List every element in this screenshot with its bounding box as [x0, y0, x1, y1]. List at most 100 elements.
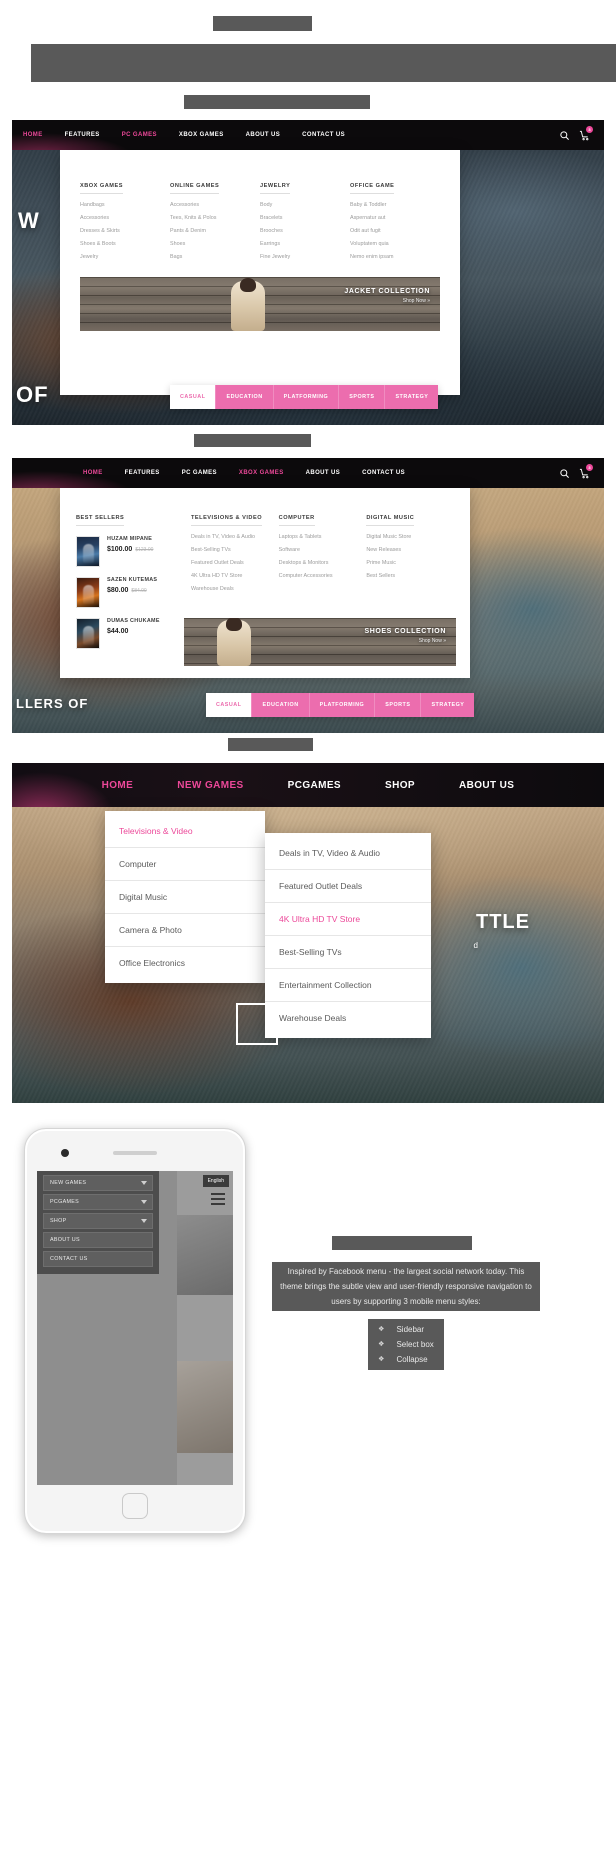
promo-shop-now-link[interactable]: Shop Now »: [344, 298, 430, 304]
menu-link[interactable]: Software: [279, 547, 367, 553]
menu-link[interactable]: Accessories: [80, 215, 170, 221]
mobile-menu-item-pcgames[interactable]: PCGAMES: [43, 1194, 153, 1210]
nav-item-new-games[interactable]: NEW GAMES: [155, 780, 265, 791]
menu-link[interactable]: Odit aut fugit: [350, 228, 440, 234]
menu-link[interactable]: Bracelets: [260, 215, 350, 221]
chevron-down-icon[interactable]: [141, 1219, 147, 1223]
nav-item-home[interactable]: HOME: [80, 780, 156, 791]
cart-icon[interactable]: 3: [579, 463, 593, 479]
tab-platforming[interactable]: PLATFORMING: [309, 693, 376, 717]
mobile-menu-item-about-us[interactable]: ABOUT US: [43, 1232, 153, 1248]
dropdown-item-4k-ultra-hd-tv-store[interactable]: 4K Ultra HD TV Store: [265, 903, 431, 936]
mobile-menu-item-new-games[interactable]: NEW GAMES: [43, 1175, 153, 1191]
promo-title: SHOES COLLECTION: [364, 628, 446, 635]
product-info: HUZAM MIPANE $100.00 $123.00: [107, 536, 153, 553]
nav-item-about-us[interactable]: ABOUT US: [295, 470, 352, 476]
menu-link[interactable]: Aspernatur aut: [350, 215, 440, 221]
nav-item-features[interactable]: FEATURES: [114, 470, 171, 476]
menu-link[interactable]: Voluptatem quia: [350, 241, 440, 247]
chevron-down-icon[interactable]: [141, 1200, 147, 1204]
tab-platforming[interactable]: PLATFORMING: [273, 385, 340, 409]
cart-icon[interactable]: 3: [579, 125, 593, 141]
nav-item-home[interactable]: HOME: [72, 470, 114, 476]
menu-link[interactable]: Dresses & Skirts: [80, 228, 170, 234]
nav-item-contact-us[interactable]: CONTACT US: [351, 470, 416, 476]
dropdown-item-best-selling-tvs[interactable]: Best-Selling TVs: [265, 936, 431, 969]
menu-link[interactable]: Warehouse Deals: [191, 586, 279, 592]
nav-item-contact-us[interactable]: CONTACT US: [291, 132, 356, 138]
menu-link[interactable]: Best Sellers: [366, 573, 454, 579]
nav-item-shop[interactable]: SHOP: [363, 780, 437, 791]
product-row[interactable]: HUZAM MIPANE $100.00 $123.00: [76, 536, 191, 567]
nav-item-about-us[interactable]: ABOUT US: [235, 132, 292, 138]
search-icon[interactable]: [559, 130, 570, 141]
menu-link[interactable]: Body: [260, 202, 350, 208]
promo-banner-jacket[interactable]: JACKET COLLECTION Shop Now »: [80, 277, 440, 331]
tab-casual[interactable]: CASUAL: [170, 385, 217, 409]
tab-education[interactable]: EDUCATION: [216, 385, 274, 409]
promo-shop-now-link[interactable]: Shop Now »: [364, 638, 446, 644]
dropdown-item-featured-outlet-deals[interactable]: Featured Outlet Deals: [265, 870, 431, 903]
hamburger-menu-icon[interactable]: [211, 1193, 225, 1205]
tab-strategy[interactable]: STRATEGY: [385, 385, 439, 409]
menu-link[interactable]: Deals in TV, Video & Audio: [191, 534, 279, 540]
nav-item-xbox-games[interactable]: XBOX GAMES: [228, 470, 295, 476]
menu-link[interactable]: New Releases: [366, 547, 454, 553]
dropdown-item-digital-music[interactable]: Digital Music: [105, 881, 265, 914]
mega-column-list: Body Bracelets Brooches Earrings Fine Je…: [260, 202, 350, 260]
promo-banner-shoes[interactable]: SHOES COLLECTION Shop Now »: [184, 618, 456, 666]
phone-home-button[interactable]: [122, 1493, 148, 1519]
menu-link[interactable]: Brooches: [260, 228, 350, 234]
menu-link[interactable]: Accessories: [170, 202, 260, 208]
menu-link[interactable]: Handbags: [80, 202, 170, 208]
mobile-menu-item-shop[interactable]: SHOP: [43, 1213, 153, 1229]
menu-link[interactable]: Featured Outlet Deals: [191, 560, 279, 566]
dropdown-item-office-electronics[interactable]: Office Electronics: [105, 947, 265, 979]
nav-item-pcgames[interactable]: PCGAMES: [266, 780, 363, 791]
dropdown-item-camera-photo[interactable]: Camera & Photo: [105, 914, 265, 947]
dropdown-item-entertainment-collection[interactable]: Entertainment Collection: [265, 969, 431, 1002]
showcase-section-3: HOME NEW GAMES PCGAMES SHOP ABOUT US TTL…: [12, 763, 604, 1103]
menu-link[interactable]: Jewelry: [80, 254, 170, 260]
product-row[interactable]: SAZEN KUTEMAS $80.00 $84.00: [76, 577, 191, 608]
mega-column-online-games: ONLINE GAMES Accessories Tees, Knits & P…: [170, 174, 260, 267]
nav-item-about-us[interactable]: ABOUT US: [437, 780, 536, 791]
product-row[interactable]: DUMAS CHUKAME $44.00: [76, 618, 191, 649]
menu-link[interactable]: Digital Music Store: [366, 534, 454, 540]
menu-link[interactable]: 4K Ultra HD TV Store: [191, 573, 279, 579]
menu-link[interactable]: Shoes: [170, 241, 260, 247]
nav-item-pc-games[interactable]: PC GAMES: [111, 132, 168, 138]
menu-link[interactable]: Tees, Knits & Polos: [170, 215, 260, 221]
menu-link[interactable]: Nemo enim ipsam: [350, 254, 440, 260]
nav-item-pc-games[interactable]: PC GAMES: [171, 470, 228, 476]
dropdown-item-warehouse-deals[interactable]: Warehouse Deals: [265, 1002, 431, 1034]
chevron-down-icon[interactable]: [141, 1181, 147, 1185]
tab-strategy[interactable]: STRATEGY: [421, 693, 475, 717]
mobile-menu-item-contact-us[interactable]: CONTACT US: [43, 1251, 153, 1267]
menu-link[interactable]: Prime Music: [366, 560, 454, 566]
menu-link[interactable]: Baby & Toddler: [350, 202, 440, 208]
dropdown-item-deals-tv-video-audio[interactable]: Deals in TV, Video & Audio: [265, 837, 431, 870]
menu-link[interactable]: Desktops & Monitors: [279, 560, 367, 566]
menu-link[interactable]: Pants & Denim: [170, 228, 260, 234]
nav-item-xbox-games[interactable]: XBOX GAMES: [168, 132, 235, 138]
product-price-current: $100.00: [107, 546, 133, 553]
language-selector[interactable]: English: [202, 1175, 229, 1187]
mega-column-list: Laptops & Tablets Software Desktops & Mo…: [279, 534, 367, 579]
tab-sports[interactable]: SPORTS: [339, 385, 386, 409]
search-icon[interactable]: [559, 468, 570, 479]
tab-casual[interactable]: CASUAL: [206, 693, 253, 717]
dropdown-item-computer[interactable]: Computer: [105, 848, 265, 881]
tab-sports[interactable]: SPORTS: [375, 693, 422, 717]
menu-link[interactable]: Shoes & Boots: [80, 241, 170, 247]
menu-link[interactable]: Laptops & Tablets: [279, 534, 367, 540]
menu-link[interactable]: Computer Accessories: [279, 573, 367, 579]
menu-link[interactable]: Bags: [170, 254, 260, 260]
nav-item-features[interactable]: FEATURES: [54, 132, 111, 138]
dropdown-item-televisions-video[interactable]: Televisions & Video: [105, 815, 265, 848]
menu-link[interactable]: Fine Jewelry: [260, 254, 350, 260]
menu-link[interactable]: Best-Selling TVs: [191, 547, 279, 553]
nav-item-home[interactable]: HOME: [12, 132, 54, 138]
tab-education[interactable]: EDUCATION: [252, 693, 310, 717]
menu-link[interactable]: Earrings: [260, 241, 350, 247]
